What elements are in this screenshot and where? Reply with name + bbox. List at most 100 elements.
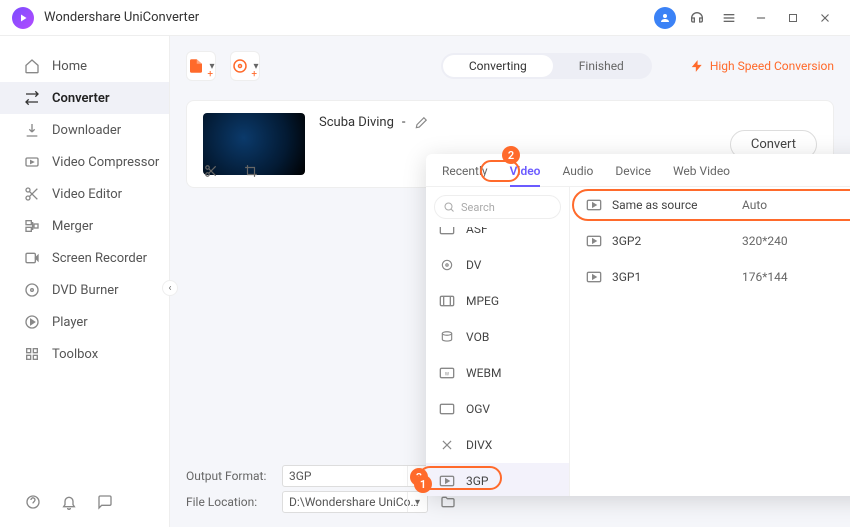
sidebar-item-merger[interactable]: Merger: [0, 210, 169, 242]
merger-icon: [24, 218, 40, 234]
sidebar-item-recorder[interactable]: Screen Recorder: [0, 242, 169, 274]
sidebar-item-editor[interactable]: Video Editor: [0, 178, 169, 210]
sidebar-item-label: Screen Recorder: [52, 251, 147, 266]
trim-icon[interactable]: [203, 163, 219, 179]
format-search[interactable]: Search: [434, 195, 561, 219]
download-icon: [24, 122, 40, 138]
add-dvd-button[interactable]: + ▾: [230, 51, 260, 81]
tab-webvideo[interactable]: Web Video: [673, 164, 730, 186]
compressor-icon: [24, 154, 40, 170]
sidebar-item-label: Player: [52, 315, 88, 330]
svg-text:W: W: [445, 372, 450, 378]
sidebar-item-label: Converter: [52, 91, 110, 106]
app-name: Wondershare UniConverter: [44, 10, 199, 25]
format-webm[interactable]: WWEBM: [426, 355, 569, 391]
tab-audio[interactable]: Audio: [562, 164, 593, 186]
sidebar-item-label: Video Compressor: [52, 155, 159, 170]
format-label: OGV: [466, 402, 490, 416]
video-preset-icon: [586, 271, 602, 283]
player-icon: [24, 314, 40, 330]
tab-video[interactable]: Video: [510, 164, 541, 186]
format-icon: [438, 227, 456, 236]
sidebar-item-toolbox[interactable]: Toolbox: [0, 338, 169, 370]
format-ogv[interactable]: OGV: [426, 391, 569, 427]
toolbox-icon: [24, 346, 40, 362]
sidebar-item-label: Merger: [52, 219, 93, 234]
output-format-label: Output Format:: [186, 469, 272, 483]
close-icon[interactable]: [812, 5, 838, 31]
format-label: MPEG: [466, 294, 499, 308]
help-icon[interactable]: [24, 493, 42, 511]
preset-3gp1[interactable]: 3GP1 176*144: [570, 259, 850, 295]
annotation-badge-2: 2: [502, 146, 520, 164]
format-label: DIVX: [466, 438, 492, 452]
main-panel: + ▾ + ▾ Converting Finished High Speed C…: [170, 36, 850, 527]
format-icon: [438, 402, 456, 416]
search-icon: [443, 201, 455, 213]
crop-icon[interactable]: [243, 163, 259, 179]
sidebar-item-label: Downloader: [52, 123, 121, 138]
format-icon: [438, 330, 456, 344]
tab-converting[interactable]: Converting: [443, 55, 553, 77]
support-icon[interactable]: [684, 5, 710, 31]
menu-icon[interactable]: [716, 5, 742, 31]
account-avatar[interactable]: [652, 5, 678, 31]
preset-name: 3GP2: [612, 234, 732, 248]
preset-list-panel: Same as source Auto 3GP2 320*240 3GP1 17…: [570, 187, 850, 496]
feedback-icon[interactable]: [96, 493, 114, 511]
search-placeholder: Search: [461, 201, 495, 214]
format-mpeg[interactable]: MPEG: [426, 283, 569, 319]
file-tools: [203, 163, 259, 179]
format-3gp[interactable]: 3GP: [426, 463, 569, 496]
preset-resolution: 176*144: [742, 270, 850, 284]
home-icon: [24, 58, 40, 74]
high-speed-label: High Speed Conversion: [710, 59, 834, 73]
maximize-icon[interactable]: [780, 5, 806, 31]
bolt-icon: [690, 59, 704, 73]
preset-same-as-source[interactable]: Same as source Auto: [570, 187, 850, 223]
recorder-icon: [24, 250, 40, 266]
sidebar-item-dvd[interactable]: DVD Burner: [0, 274, 169, 306]
high-speed-link[interactable]: High Speed Conversion: [690, 59, 834, 73]
format-divx[interactable]: DIVX: [426, 427, 569, 463]
sidebar-item-compressor[interactable]: Video Compressor: [0, 146, 169, 178]
chevron-down-icon: ▾: [407, 492, 427, 512]
sidebar: Home Converter Downloader Video Compress…: [0, 36, 170, 527]
sidebar-item-player[interactable]: Player: [0, 306, 169, 338]
tab-device[interactable]: Device: [615, 164, 651, 186]
format-label: VOB: [466, 330, 489, 344]
file-title: Scuba Diving: [319, 115, 394, 130]
format-popup: Recently Video Audio Device Web Video Se…: [426, 154, 850, 496]
format-asf[interactable]: ASF: [426, 227, 569, 247]
format-icon: [438, 438, 456, 452]
format-icon: [438, 294, 456, 308]
minimize-icon[interactable]: [748, 5, 774, 31]
annotation-badge-1: 1: [414, 475, 432, 493]
sidebar-item-home[interactable]: Home: [0, 50, 169, 82]
tab-recently[interactable]: Recently: [442, 164, 488, 186]
format-dv[interactable]: DV: [426, 247, 569, 283]
format-label: DV: [466, 258, 481, 272]
format-icon: [438, 258, 456, 272]
output-format-select[interactable]: 3GP ▾: [282, 465, 428, 487]
format-label: 3GP: [466, 474, 489, 488]
format-icon: [438, 474, 456, 488]
preset-name: 3GP1: [612, 270, 732, 284]
status-segmented: Converting Finished: [441, 53, 652, 79]
format-vob[interactable]: VOB: [426, 319, 569, 355]
sidebar-item-converter[interactable]: Converter: [0, 82, 169, 114]
sidebar-item-label: Video Editor: [52, 187, 122, 202]
rename-icon[interactable]: [414, 116, 428, 130]
bell-icon[interactable]: [60, 493, 78, 511]
preset-resolution: 320*240: [742, 234, 850, 248]
tab-finished[interactable]: Finished: [553, 55, 650, 77]
add-file-button[interactable]: + ▾: [186, 51, 216, 81]
sidebar-footer: [0, 493, 169, 527]
title-bar: Wondershare UniConverter: [0, 0, 850, 36]
format-label: ASF: [466, 227, 488, 236]
file-location-select[interactable]: D:\Wondershare UniConverter ▾: [282, 491, 428, 513]
converter-icon: [24, 90, 40, 106]
sidebar-item-downloader[interactable]: Downloader: [0, 114, 169, 146]
preset-3gp2[interactable]: 3GP2 320*240: [570, 223, 850, 259]
file-title-suffix: -: [402, 115, 406, 130]
